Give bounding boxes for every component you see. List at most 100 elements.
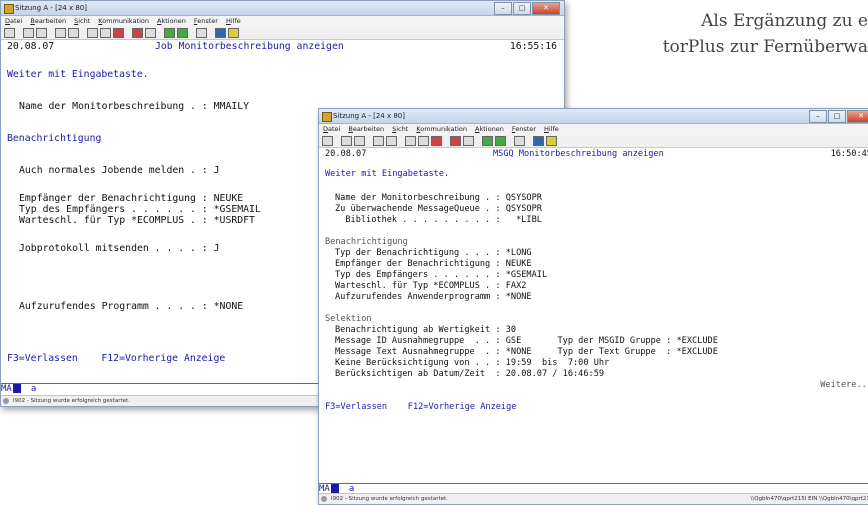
field-monitor-name: Name der Monitorbeschreibung . : QSYSOPR: [335, 193, 542, 203]
field-joblog: Jobprotokoll mitsenden . . . . : J: [19, 243, 220, 254]
menu-datei[interactable]: Datei: [323, 124, 340, 135]
field-msgid-group: Message ID Ausnahmegruppe . . : GSE Typ …: [335, 336, 718, 346]
menu-bearbeiten[interactable]: Bearbeiten: [348, 124, 384, 135]
send-icon[interactable]: [55, 28, 66, 38]
session-window-msgq-monitor[interactable]: Sitzung A - [24 x 80] – □ ✕ Datei Bearbe…: [318, 108, 868, 505]
field-consider-from: Berücksichtigen ab Datum/Zeit : 20.08.07…: [335, 369, 605, 379]
app-icon: [4, 4, 14, 14]
maximize-icon[interactable]: □: [828, 110, 846, 123]
section-notification: Benachrichtigung: [325, 237, 408, 247]
macro-icon[interactable]: [482, 136, 493, 146]
color-icon[interactable]: [418, 136, 429, 146]
copy-icon[interactable]: [23, 28, 34, 38]
app-icon: [322, 112, 332, 122]
record-icon[interactable]: [431, 136, 442, 146]
help-icon[interactable]: [533, 136, 544, 146]
field-severity: Benachrichtigung ab Wertigkeit : 30: [335, 325, 517, 335]
section-selection: Selektion: [325, 314, 372, 324]
field-normal-end: Auch normales Jobende melden . : J: [19, 165, 220, 176]
menu-aktionen[interactable]: Aktionen: [157, 16, 186, 27]
screen-heading: Job Monitorbeschreibung anzeigen: [155, 41, 344, 52]
display-icon[interactable]: [405, 136, 416, 146]
status-message: I902 - Sitzung wurde erfolgreich gestart…: [331, 496, 448, 502]
copy-icon[interactable]: [341, 136, 352, 146]
status-a: a: [30, 384, 37, 394]
window-titlebar[interactable]: Sitzung A - [24 x 80] – □ ✕: [319, 109, 868, 124]
stop-icon[interactable]: [450, 136, 461, 146]
terminal-screen[interactable]: 20.08.07 MSGQ Monitorbeschreibung anzeig…: [323, 149, 868, 480]
field-program: Aufzurufendes Programm . . . . : *NONE: [19, 301, 244, 312]
function-keys: F3=Verlassen F12=Vorherige Anzeige: [325, 402, 517, 412]
close-icon[interactable]: ✕: [847, 110, 868, 123]
send-icon[interactable]: [373, 136, 384, 146]
menu-kommunikation[interactable]: Kommunikation: [98, 16, 149, 27]
session-status-icon: [321, 496, 327, 502]
status-message: I902 - Sitzung wurde erfolgreich gestart…: [13, 398, 130, 404]
settings-icon[interactable]: [228, 28, 239, 38]
receive-icon[interactable]: [68, 28, 79, 38]
paste-icon[interactable]: [354, 136, 365, 146]
display-icon[interactable]: [87, 28, 98, 38]
window-controls: – □ ✕: [494, 2, 560, 15]
menu-aktionen[interactable]: Aktionen: [475, 124, 504, 135]
section-notification: Benachrichtigung: [7, 133, 102, 144]
function-keys: F3=Verlassen F12=Vorherige Anzeige: [7, 353, 226, 364]
field-msgtext-group: Message Text Ausnahmegruppe . : *NONE Ty…: [335, 347, 718, 357]
screen-date: 20.08.07: [325, 149, 367, 159]
menu-bar: Datei Bearbeiten Sicht Kommunikation Akt…: [1, 16, 564, 27]
settings-icon[interactable]: [546, 136, 557, 146]
field-recipient: Empfänger der Benachrichtigung : NEUKE: [19, 193, 244, 204]
help-icon[interactable]: [215, 28, 226, 38]
menu-bearbeiten[interactable]: Bearbeiten: [30, 16, 66, 27]
menu-datei[interactable]: Datei: [5, 16, 22, 27]
maximize-icon[interactable]: □: [513, 2, 531, 15]
screen-heading: MSGQ Monitorbeschreibung anzeigen: [493, 149, 664, 159]
record-icon[interactable]: [113, 28, 124, 38]
menu-hilfe[interactable]: Hilfe: [544, 124, 559, 135]
instruction-text: Weiter mit Eingabetaste.: [7, 69, 149, 80]
menu-sicht[interactable]: Sicht: [392, 124, 408, 135]
print-icon[interactable]: [322, 136, 333, 146]
color-icon[interactable]: [100, 28, 111, 38]
window-title: Sitzung A - [24 x 80]: [15, 4, 87, 12]
macro-icon[interactable]: [164, 28, 175, 38]
article-line-1: Als Ergänzung zu e: [701, 11, 868, 31]
receive-icon[interactable]: [386, 136, 397, 146]
minimize-icon[interactable]: –: [494, 2, 512, 15]
stop-icon[interactable]: [132, 28, 143, 38]
paste-icon[interactable]: [36, 28, 47, 38]
menu-kommunikation[interactable]: Kommunikation: [416, 124, 467, 135]
field-msgqueue: Zu überwachende MessageQueue . : QSYSOPR: [335, 204, 542, 214]
field-recipient: Empfänger der Benachrichtigung : NEUKE: [335, 259, 532, 269]
screen-time: 16:55:16: [509, 41, 557, 52]
macro-run-icon[interactable]: [495, 136, 506, 146]
play-icon[interactable]: [463, 136, 474, 146]
menu-bar: Datei Bearbeiten Sicht Kommunikation Akt…: [319, 124, 868, 135]
menu-sicht[interactable]: Sicht: [74, 16, 90, 27]
minimize-icon[interactable]: –: [809, 110, 827, 123]
field-recipient-type: Typ des Empfängers . . . . . . : *GSEMAI…: [19, 204, 261, 215]
field-recipient-type: Typ des Empfängers . . . . . . : *GSEMAI…: [335, 270, 548, 280]
instruction-text: Weiter mit Eingabetaste.: [325, 169, 450, 179]
screen-time: 16:50:45: [830, 149, 868, 159]
macro-run-icon[interactable]: [177, 28, 188, 38]
keyboard-icon[interactable]: [514, 136, 525, 146]
window-title: Sitzung A - [24 x 80]: [333, 112, 405, 120]
keyboard-icon[interactable]: [196, 28, 207, 38]
close-icon[interactable]: ✕: [532, 2, 560, 15]
cursor-indicator: [330, 484, 339, 493]
window-titlebar[interactable]: Sitzung A - [24 x 80] – □ ✕: [1, 1, 564, 16]
toolbar: [319, 135, 868, 148]
toolbar: [1, 27, 564, 40]
article-line-2: torPlus zur Fernüberwa: [662, 37, 868, 57]
print-icon[interactable]: [4, 28, 15, 38]
field-monitor-name: Name der Monitorbeschreibung . : MMAILY: [19, 101, 250, 112]
status-ma: MA: [1, 384, 12, 394]
more-indicator: Weitere...: [820, 380, 868, 390]
menu-hilfe[interactable]: Hilfe: [226, 16, 241, 27]
play-icon[interactable]: [145, 28, 156, 38]
menu-fenster[interactable]: Fenster: [194, 16, 218, 27]
cursor-indicator: [12, 384, 21, 393]
field-program: Aufzurufendes Anwenderprogramm : *NONE: [335, 292, 532, 302]
menu-fenster[interactable]: Fenster: [512, 124, 536, 135]
